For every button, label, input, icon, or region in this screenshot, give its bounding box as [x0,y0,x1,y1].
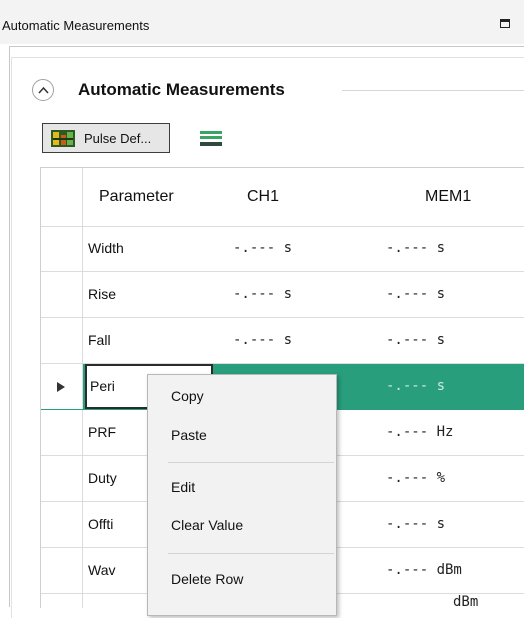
row-header[interactable] [41,272,83,317]
table-row[interactable]: Width -.--- s -.--- s [41,226,524,272]
pulse-definition-button[interactable]: Pulse Def... [42,123,170,153]
menu-item-edit[interactable]: Edit [171,479,195,495]
row-header[interactable] [41,226,83,271]
cell-mem1[interactable]: -.--- % [386,456,445,501]
cell-parameter[interactable]: Width [88,226,124,271]
level-lines-icon[interactable] [196,125,226,153]
grid-header-row: Parameter CH1 MEM1 [41,168,524,227]
cell-mem1[interactable]: -.--- s [386,226,445,271]
group-title: Automatic Measurements [78,80,285,99]
cell-ch1[interactable]: -.--- s [233,318,292,363]
cell-mem1[interactable]: -.--- s [386,364,445,409]
row-header-corner [41,168,83,226]
cell-parameter[interactable]: Duty [88,456,117,501]
cell-parameter[interactable]: PRF [88,410,116,455]
cell-mem1[interactable]: -.--- s [386,502,445,547]
menu-item-paste[interactable]: Paste [171,427,207,443]
cell-parameter[interactable]: Wav [88,548,115,593]
cell-mem1[interactable]: -.--- dBm [386,548,462,593]
cell-mem1[interactable]: -.--- Hz [386,410,453,455]
cell-parameter[interactable]: Fall [88,318,111,363]
row-header[interactable] [41,456,83,501]
column-header-mem1[interactable]: MEM1 [425,168,471,226]
row-header[interactable] [41,364,83,409]
row-header[interactable] [41,548,83,593]
menu-item-copy[interactable]: Copy [171,388,204,404]
cell-mem1[interactable]: -.--- s [386,272,445,317]
cell-ch1[interactable]: -.--- s [233,226,292,271]
menu-separator [168,462,334,463]
row-header[interactable] [41,594,83,608]
table-row[interactable]: Rise -.--- s -.--- s [41,272,524,318]
row-header[interactable] [41,410,83,455]
pulse-definition-icon [51,130,75,147]
window-title: Automatic Measurements [2,18,150,33]
cell-mem1[interactable]: dBm [453,580,478,608]
cell-parameter[interactable]: Offti [88,502,113,547]
collapse-button[interactable] [32,79,54,101]
menu-item-clear-value[interactable]: Clear Value [171,517,243,533]
menu-separator [168,553,334,554]
maximize-icon[interactable] [500,19,510,28]
table-row[interactable]: Fall -.--- s -.--- s [41,318,524,364]
context-menu: Copy Paste Edit Clear Value Delete Row [147,374,337,616]
column-header-parameter[interactable]: Parameter [99,168,174,226]
cell-parameter[interactable]: Peri [90,366,115,407]
current-row-arrow-icon [57,382,65,392]
cell-mem1[interactable]: -.--- s [386,318,445,363]
window-title-bar: Automatic Measurements [0,0,524,44]
column-header-ch1[interactable]: CH1 [247,168,279,226]
cell-parameter[interactable]: Rise [88,272,116,317]
menu-item-delete-row[interactable]: Delete Row [171,571,243,587]
row-header[interactable] [41,318,83,363]
cell-ch1[interactable]: -.--- s [233,272,292,317]
pulse-definition-label: Pulse Def... [84,131,152,146]
group-divider [342,90,524,91]
row-header[interactable] [41,502,83,547]
chevron-up-icon [38,86,49,94]
